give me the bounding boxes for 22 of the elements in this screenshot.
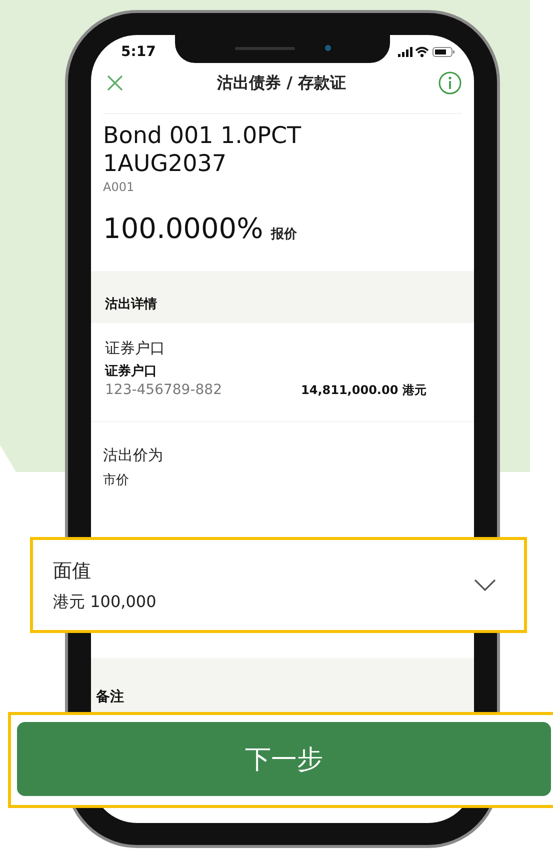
status-time: 5:17 — [121, 44, 156, 60]
dropdown-value: 港元 100,000 — [53, 592, 156, 612]
status-icons — [398, 46, 456, 58]
bond-name: Bond 001 1.0PCT 1AUG2037 — [103, 122, 302, 178]
section-title: 沽出详情 — [105, 296, 157, 313]
account-balance: 14,811,000.00 港元 — [301, 382, 426, 399]
price-label: 报价 — [271, 226, 298, 243]
screen-title: 沽出债券 / 存款证 — [217, 72, 346, 94]
account-name: 证券户口 — [105, 362, 158, 380]
chevron-down-icon — [474, 579, 496, 591]
close-icon[interactable] — [105, 73, 125, 93]
info-icon[interactable] — [438, 71, 462, 95]
field-label: 证券户口 — [105, 339, 166, 358]
bond-price: 100.0000% — [103, 212, 264, 245]
account-number: 123-456789-882 — [105, 382, 223, 398]
section-title: 备注 — [96, 688, 124, 706]
field-label: 沽出价为 — [103, 446, 164, 465]
bond-code: A001 — [103, 180, 136, 194]
face-value-dropdown[interactable]: 面值 港元 100,000 — [30, 537, 527, 633]
next-button[interactable]: 下一步 — [17, 722, 551, 796]
dropdown-label: 面值 — [53, 558, 92, 584]
field-value: 市价 — [103, 472, 130, 489]
